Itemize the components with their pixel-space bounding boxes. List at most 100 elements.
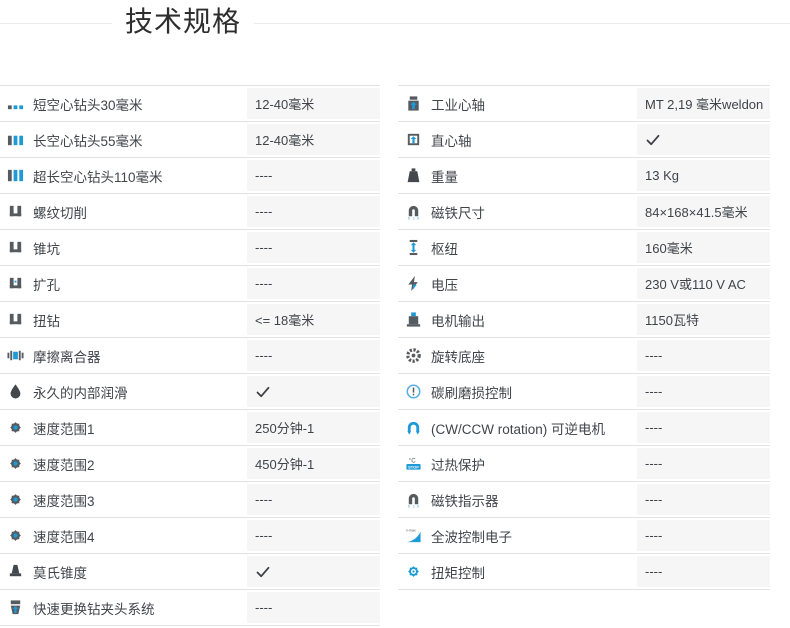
industrial-arbor-icon (404, 95, 423, 112)
spec-value-cell: ---- (637, 484, 770, 515)
spec-label: 工业心轴 (431, 97, 485, 113)
spec-row: 电压 230 V或110 V AC (398, 266, 770, 302)
spec-label-cell: 快速更换钻夹头系统 (0, 590, 247, 625)
spec-label: (CW/CCW rotation) 可逆电机 (431, 421, 606, 437)
spec-value-cell: 230 V或110 V AC (637, 268, 770, 299)
spec-value-cell: ---- (637, 448, 770, 479)
spec-label: 摩擦离合器 (33, 349, 101, 365)
magnet-size-icon: b c h (404, 203, 423, 220)
spec-label: 磁铁指示器 (431, 493, 499, 509)
spec-label: 电机输出 (431, 313, 485, 329)
spec-value-cell: 12-40毫米 (247, 88, 380, 119)
spec-row: 重量 13 Kg (398, 158, 770, 194)
spec-label-cell: 速度范围4 (0, 518, 247, 553)
quick-chuck-icon (6, 599, 25, 616)
spec-label-cell: 工业心轴 (398, 86, 637, 121)
spec-value-cell: 250分钟-1 (247, 412, 380, 443)
spec-value-cell: ---- (637, 376, 770, 407)
torque-control-icon (404, 563, 423, 580)
spec-row: 超长空心钻头110毫米 ---- (0, 158, 380, 194)
spec-row: 快速更换钻夹头系统 ---- (0, 590, 380, 626)
speed-gear-icon (6, 419, 25, 436)
spec-value-cell (247, 556, 380, 587)
thread-cutting-icon (6, 203, 25, 220)
spec-label: 速度范围3 (33, 493, 95, 509)
spec-label-cell: 速度范围1 (0, 410, 247, 445)
spec-label-cell: 旋转底座 (398, 338, 637, 373)
spec-label: 莫氏锥度 (33, 565, 87, 581)
speed-gear-icon (6, 455, 25, 472)
spec-value-cell: ---- (247, 268, 380, 299)
page-title: 技术规格 (112, 2, 255, 42)
spec-label: 速度范围4 (33, 529, 95, 545)
spec-row: °C STOP 过热保护 ---- (398, 446, 770, 482)
spec-row: 碳刷磨损控制 ---- (398, 374, 770, 410)
spec-value-cell: 12-40毫米 (247, 124, 380, 155)
spec-label-cell: 电机输出 (398, 302, 637, 337)
spec-value-cell: ---- (637, 412, 770, 443)
spec-label-cell: 速度范围3 (0, 482, 247, 517)
spec-row: 扭钻 <= 18毫米 (0, 302, 380, 338)
spec-label-cell: 速度范围2 (0, 446, 247, 481)
spec-row: 速度范围4 ---- (0, 518, 380, 554)
friction-clutch-icon (6, 347, 25, 364)
check-icon (255, 564, 271, 580)
spec-value-cell: ---- (247, 340, 380, 371)
spec-value-cell: ---- (247, 520, 380, 551)
spec-label: 短空心钻头30毫米 (33, 97, 143, 113)
spec-row: 螺纹切削 ---- (0, 194, 380, 230)
spec-label: 碳刷磨损控制 (431, 385, 512, 401)
spec-label: 旋转底座 (431, 349, 485, 365)
spec-label: 重量 (431, 169, 458, 185)
spec-value-cell: ---- (637, 520, 770, 551)
svg-text:b c h: b c h (408, 216, 420, 220)
spec-tables: 短空心钻头30毫米 12-40毫米 长空心钻头55毫米 12-40毫米 超长空心钻头11… (0, 85, 790, 626)
speed-gear-icon (6, 491, 25, 508)
spec-label-cell: 枢纽 (398, 230, 637, 265)
reaming-icon (6, 275, 25, 292)
spec-value-cell: 84×168×41.5毫米 (637, 196, 770, 227)
spec-label: 扩孔 (33, 277, 60, 293)
spec-row: 枢纽 160毫米 (398, 230, 770, 266)
spec-row: v-max 全波控制电子 ---- (398, 518, 770, 554)
spec-row: (CW/CCW rotation) 可逆电机 ---- (398, 410, 770, 446)
svg-text:STOP: STOP (408, 465, 419, 470)
spec-row: 旋转底座 ---- (398, 338, 770, 374)
spec-row: 直心轴 (398, 122, 770, 158)
spec-label-cell: 扩孔 (0, 266, 247, 301)
spec-row: 扭矩控制 ---- (398, 554, 770, 590)
spec-label-cell: 永久的内部润滑 (0, 374, 247, 409)
spec-label-cell: 长空心钻头55毫米 (0, 122, 247, 157)
spec-row: 莫氏锥度 (0, 554, 380, 590)
spec-value-cell: MT 2,19 毫米weldon (637, 88, 770, 119)
spec-label-cell: 摩擦离合器 (0, 338, 247, 373)
spec-value-cell: ---- (247, 160, 380, 191)
spec-label: 锥坑 (33, 241, 60, 257)
morse-taper-icon (6, 563, 25, 580)
core-drill-extra-long-icon (6, 167, 25, 184)
spec-value-cell: ---- (247, 592, 380, 623)
motor-output-icon (404, 311, 423, 328)
spec-label: 超长空心钻头110毫米 (33, 169, 163, 185)
svg-text:v-max: v-max (406, 528, 416, 532)
spec-table-right: 工业心轴 MT 2,19 毫米weldon 直心轴 重量 13 Kg b c h 磁铁尺寸 8… (398, 85, 770, 626)
spec-value-cell (247, 376, 380, 407)
spec-label-cell: 锥坑 (0, 230, 247, 265)
lubrication-drop-icon (6, 383, 25, 400)
straight-arbor-icon (404, 131, 423, 148)
spec-value-cell (637, 124, 770, 155)
spec-label-cell: 电压 (398, 266, 637, 301)
svg-text:°C: °C (409, 458, 416, 465)
brush-wear-icon (404, 383, 423, 400)
svg-text:b c h: b c h (408, 504, 420, 508)
spec-label-cell: v-max 全波控制电子 (398, 518, 637, 553)
spec-label-cell: 莫氏锥度 (0, 554, 247, 589)
spec-value-cell: 1150瓦特 (637, 304, 770, 335)
hub-stroke-icon (404, 239, 423, 256)
spec-label: 扭钻 (33, 313, 60, 329)
spec-label: 永久的内部润滑 (33, 385, 128, 401)
spec-label-cell: °C STOP 过热保护 (398, 446, 637, 481)
spec-label-cell: (CW/CCW rotation) 可逆电机 (398, 410, 637, 445)
core-drill-short-icon (6, 95, 25, 112)
spec-label: 螺纹切削 (33, 205, 87, 221)
